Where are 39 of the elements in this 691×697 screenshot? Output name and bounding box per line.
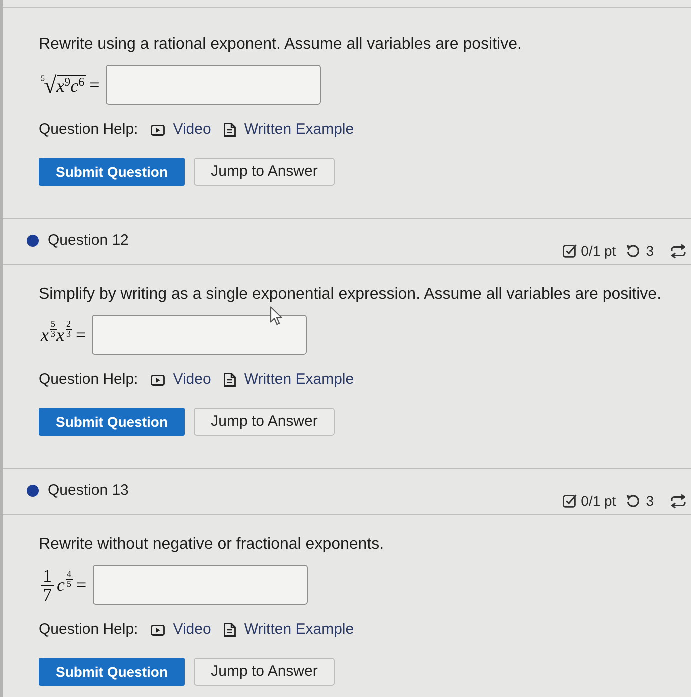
retry-icon xyxy=(626,494,640,508)
document-icon xyxy=(224,123,236,137)
document-icon xyxy=(224,373,236,387)
video-link[interactable]: Video xyxy=(151,118,212,142)
jump-to-answer-button[interactable]: Jump to Answer xyxy=(194,408,335,436)
help-label: Question Help: xyxy=(39,620,138,640)
video-icon xyxy=(151,374,166,386)
question-title: Question 12 xyxy=(48,231,129,251)
answer-box[interactable] xyxy=(92,565,308,605)
written-example-link[interactable]: Written Example xyxy=(224,118,354,142)
retry-icon xyxy=(626,244,640,258)
repeat-icon[interactable] xyxy=(670,244,687,258)
submit-button[interactable]: Submit Question xyxy=(39,158,185,186)
question-prompt: Rewrite without negative or fractional exponents. xyxy=(39,535,386,555)
video-link[interactable]: Video xyxy=(151,618,212,642)
question-prompt: Simplify by writing as a single exponential expression. Assume all variables are positive. xyxy=(39,285,663,305)
jump-to-answer-button[interactable]: Jump to Answer xyxy=(194,158,335,186)
jump-to-answer-button[interactable]: Jump to Answer xyxy=(194,658,335,686)
score-text: 0/1 pt xyxy=(581,492,616,511)
answer-box[interactable] xyxy=(92,315,308,355)
question-prompt: Rewrite using a rational exponent. Assume all variables are positive. xyxy=(39,35,523,55)
video-link[interactable]: Video xyxy=(151,368,212,392)
video-icon xyxy=(151,624,166,636)
answer-box[interactable] xyxy=(106,65,321,105)
submit-button[interactable]: Submit Question xyxy=(39,658,185,686)
checkbox-icon xyxy=(563,244,578,258)
repeat-icon[interactable] xyxy=(670,494,687,508)
written-example-link[interactable]: Written Example xyxy=(224,618,354,642)
question-title: Question 13 xyxy=(48,481,129,501)
help-label: Question Help: xyxy=(39,370,138,390)
attempts-count: 3 xyxy=(646,242,654,260)
help-label: Question Help: xyxy=(39,120,138,140)
attempts-count: 3 xyxy=(646,492,654,510)
score-text: 0/1 pt xyxy=(581,242,616,261)
submit-button[interactable]: Submit Question xyxy=(39,408,185,436)
written-example-link[interactable]: Written Example xyxy=(224,368,354,392)
checkbox-icon xyxy=(563,494,578,508)
document-icon xyxy=(224,623,236,637)
video-icon xyxy=(151,124,166,136)
